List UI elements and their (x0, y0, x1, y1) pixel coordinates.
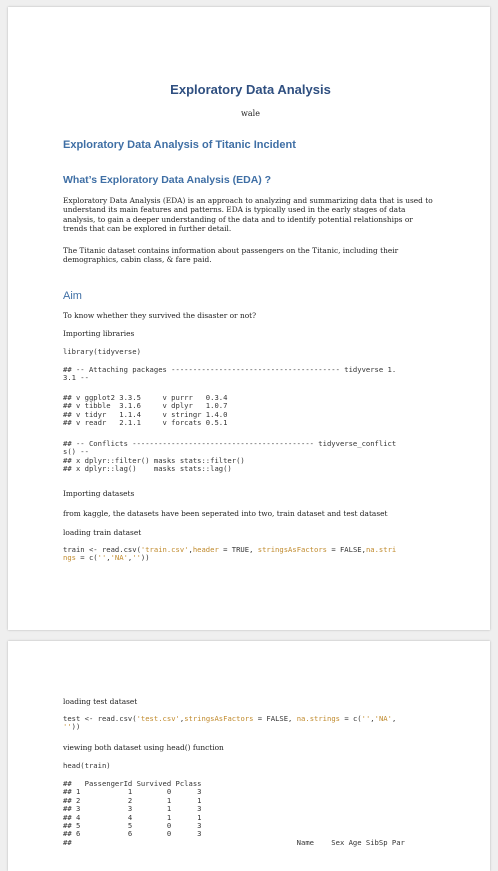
output-attaching: ## -- Attaching packages ---------------… (63, 365, 397, 383)
heading-main: Exploratory Data Analysis of Titanic Inc… (63, 139, 296, 151)
code-line: ngs = c('','NA','')) (63, 553, 150, 563)
code-line: '')) (63, 722, 81, 732)
paragraph-eda: Exploratory Data Analysis (EDA) is an ap… (63, 196, 433, 234)
output-head: ## PassengerId Survived Pclass ## 1 1 0 … (63, 779, 405, 847)
output-packages: ## v ggplot2 3.3.5 v purrr 0.3.4 ## v ti… (63, 393, 228, 428)
code-line: test <- read.csv('test.csv',stringsAsFac… (63, 714, 397, 723)
output-line: ## -- Conflicts ------------------------… (63, 439, 397, 448)
document-author: wale (241, 109, 260, 118)
loading-train-label: loading train dataset (63, 528, 142, 537)
output-line: ## Name Sex Age SibSp Par (63, 837, 405, 847)
loading-test-label: loading test dataset (63, 697, 138, 706)
output-line: 3.1 -- (63, 373, 89, 383)
document-page-1: Exploratory Data Analysis wale Explorato… (8, 7, 490, 630)
importing-libraries-label: Importing libraries (63, 329, 135, 338)
output-conflicts: ## -- Conflicts ------------------------… (63, 439, 397, 474)
code-train: train <- read.csv('train.csv',header = T… (63, 545, 396, 563)
output-line: ## x dplyr::lag() masks stats::lag() (63, 464, 232, 474)
output-line: ## -- Attaching packages ---------------… (63, 365, 397, 374)
code-test: test <- read.csv('test.csv',stringsAsFac… (63, 714, 397, 732)
document-title: Exploratory Data Analysis (170, 82, 331, 97)
code-library: library(tidyverse) (63, 347, 141, 356)
viewing-text: viewing both dataset using head() functi… (63, 743, 224, 752)
document-page-2: loading test dataset test <- read.csv('t… (8, 641, 490, 871)
datasets-text: from kaggle, the datasets have been sepe… (63, 509, 388, 518)
aim-text: To know whether they survived the disast… (63, 311, 257, 320)
code-head: head(train) (63, 761, 111, 770)
importing-datasets-label: Importing datasets (63, 489, 135, 498)
output-line: ## v readr 2.1.1 v forcats 0.5.1 (63, 418, 228, 428)
paragraph-titanic: The Titanic dataset contains information… (63, 246, 399, 265)
heading-aim: Aim (63, 290, 82, 302)
heading-eda: What’s Exploratory Data Analysis (EDA) ? (63, 174, 272, 186)
